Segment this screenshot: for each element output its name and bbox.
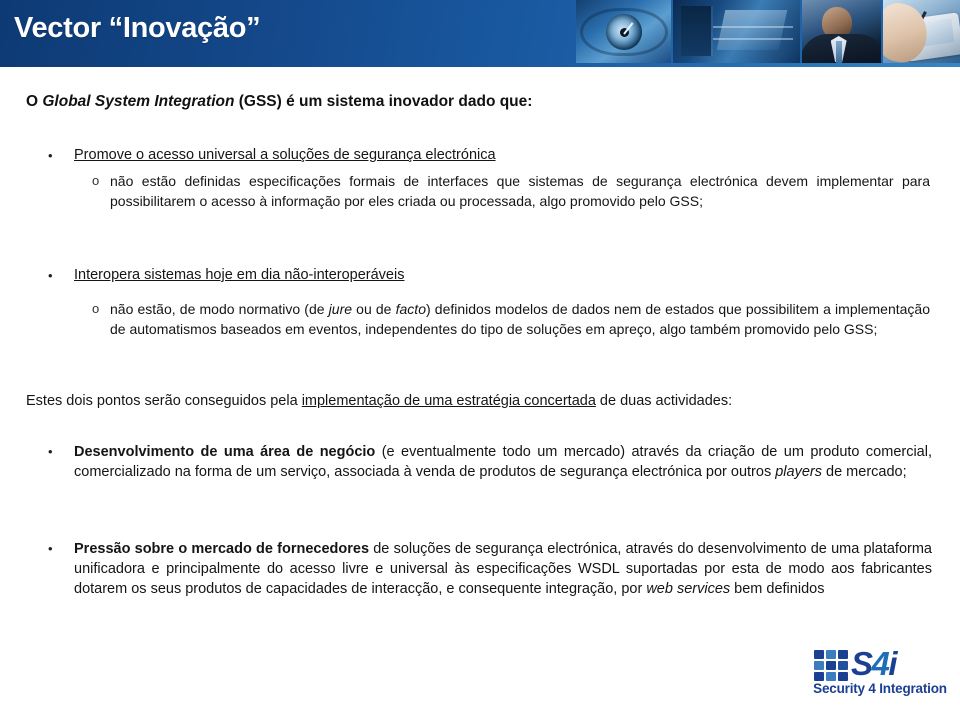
bullet-marker-icon: • — [48, 541, 53, 556]
activity-title-pressao: Pressão sobre o mercado de fornecedores — [74, 541, 370, 557]
transition-suffix: de duas actividades: — [595, 393, 733, 409]
desenvolvimento-players: players — [775, 464, 822, 480]
pressao-web-services: web services — [646, 581, 731, 597]
logo-digit-4: 4 — [871, 645, 890, 682]
transition-sentence: Estes dois pontos serão conseguidos pela… — [26, 391, 932, 411]
sub-bullet-item-normativo: o não estão, de modo normativo (de jure … — [92, 299, 930, 339]
activity-item-desenvolvimento: • Desenvolvimento de uma área de negócio… — [48, 442, 932, 482]
bullet-label-promove: Promove o acesso universal a soluções de… — [74, 147, 496, 163]
bullet-marker-icon: • — [48, 444, 53, 459]
activity-title-desenvolvimento: Desenvolvimento de uma área de negócio — [74, 444, 376, 460]
page-title: Vector “Inovação” — [14, 12, 261, 44]
heading-product-name: Global System Integration — [42, 93, 235, 110]
room-light-glow — [716, 10, 788, 50]
normativo-part1: não estão, de modo normativo (de — [110, 301, 329, 317]
company-logo: S4i Security 4 Integration — [806, 645, 954, 700]
room-desk-line — [713, 26, 793, 28]
sub-bullet-text-normativo: não estão, de modo normativo (de jure ou… — [110, 299, 930, 339]
sub-bullet-marker-icon: o — [92, 301, 100, 316]
slide: Vector “Inovação” O Global System Integr… — [0, 0, 960, 707]
header-image-strip — [576, 0, 960, 63]
activity-text-pressao: Pressão sobre o mercado de fornecedores … — [74, 539, 932, 599]
activity-text-desenvolvimento: Desenvolvimento de uma área de negócio (… — [74, 442, 932, 482]
logo-letter-s: S — [851, 645, 873, 682]
content-heading: O Global System Integration (GSS) é um s… — [26, 93, 532, 111]
sub-bullet-marker-icon: o — [92, 173, 100, 188]
server-room-image — [673, 0, 802, 63]
sub-bullet-text-especificacoes: não estão definidas especificações forma… — [110, 173, 930, 209]
normativo-jure: jure — [328, 301, 353, 317]
bullet-item-interopera: • Interopera sistemas hoje em dia não-in… — [48, 265, 928, 285]
normativo-facto: facto — [395, 301, 426, 317]
slide-content: O Global System Integration (GSS) é um s… — [0, 67, 960, 707]
eye-clock-image — [576, 0, 673, 63]
bullet-marker-icon: • — [48, 148, 53, 163]
sub-bullet-item-especificacoes: o não estão definidas especificações for… — [92, 171, 930, 211]
heading-suffix: (GSS) é um sistema inovador dado que: — [234, 93, 533, 110]
pressao-tail: bem definidos — [730, 581, 825, 597]
businessman-image — [801, 0, 883, 63]
businessman-tie-shape — [835, 41, 842, 63]
logo-wordmark: S4i — [851, 645, 897, 682]
room-desk-line — [713, 38, 793, 40]
logo-pixel-grid-icon — [814, 650, 848, 681]
activity-item-pressao: • Pressão sobre o mercado de fornecedore… — [48, 539, 932, 599]
heading-prefix: O — [26, 93, 43, 110]
normativo-part2: ou de — [352, 301, 396, 317]
pda-stylus-image — [882, 0, 960, 63]
logo-tagline: Security 4 Integration — [813, 681, 947, 696]
logo-letter-i: i — [888, 645, 897, 682]
desenvolvimento-tail: de mercado; — [821, 464, 907, 480]
server-rack-shape — [681, 6, 711, 56]
slide-header: Vector “Inovação” — [0, 0, 960, 67]
transition-emphasis: implementação de uma estratégia concerta… — [301, 393, 596, 409]
bullet-marker-icon: • — [48, 268, 53, 283]
bullet-label-interopera: Interopera sistemas hoje em dia não-inte… — [74, 267, 405, 283]
bullet-item-promove: • Promove o acesso universal a soluções … — [48, 145, 928, 165]
transition-prefix: Estes dois pontos serão conseguidos pela — [26, 393, 302, 409]
